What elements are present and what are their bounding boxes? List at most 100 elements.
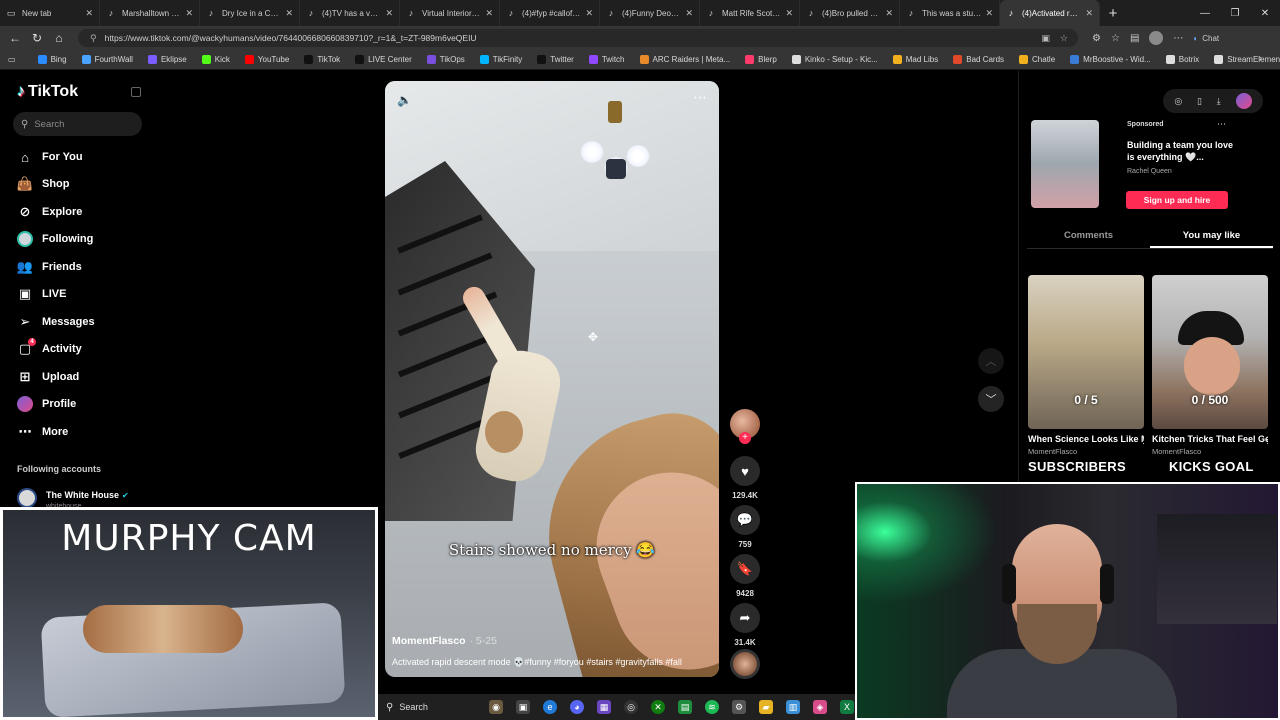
nav-item-for-you[interactable]: ⌂ For You (17, 149, 82, 165)
bookmark-item[interactable]: YouTube (244, 55, 289, 64)
bookmark-item[interactable]: Eklipse (147, 55, 187, 64)
ad-author[interactable]: Rachel Queen (1127, 168, 1172, 175)
browser-tab[interactable]: ♪Dry Ice in a Contain✕ (200, 0, 300, 26)
recommended-video[interactable]: 0 / 5 When Science Looks Like Magic ✨🔮..… (1028, 275, 1148, 456)
tab-close-icon[interactable]: ✕ (85, 8, 93, 19)
browser-tab[interactable]: ♪(4)Bro pulled a violi✕ (800, 0, 900, 26)
obs-icon[interactable]: ◎ (624, 700, 638, 714)
bookmark-item[interactable]: StreamElements (1214, 55, 1280, 64)
more-options-icon[interactable]: ⋯ (693, 89, 707, 106)
nav-item-messages[interactable]: ➢ Messages (17, 314, 95, 330)
bookmark-item[interactable]: Kinko - Setup - Kic... (791, 55, 878, 64)
settings-icon[interactable]: ⚙ (732, 700, 746, 714)
ad-more-icon[interactable]: ⋯ (1217, 119, 1226, 130)
nav-item-explore[interactable]: ⊘ Explore (17, 204, 83, 220)
browser-tab[interactable]: ▭ New tab ✕ (0, 0, 100, 26)
volume-muted-icon[interactable]: 🔈 (397, 93, 412, 107)
file-explorer-icon[interactable]: ▣ (516, 700, 530, 714)
nav-item-following[interactable]: Following (17, 231, 93, 247)
next-video-button[interactable]: ﹀ (978, 386, 1004, 412)
bookmark-item[interactable]: TikTok (304, 55, 340, 64)
browser-tab[interactable]: ♪ Matt Rife Scotland ✕ (700, 0, 800, 26)
collections-icon[interactable]: ▤ (1130, 33, 1139, 44)
download-icon[interactable]: ⤓ (1217, 96, 1221, 107)
tab-close-icon[interactable]: ✕ (985, 8, 993, 19)
music-disc[interactable] (730, 649, 760, 679)
new-tab-button[interactable]: + (1100, 0, 1126, 26)
bookmark-item[interactable]: Chatle (1019, 55, 1055, 64)
bookmark-item[interactable]: Bad Cards (953, 55, 1004, 64)
tab-close-icon[interactable]: ✕ (285, 8, 293, 19)
video-author[interactable]: MomentFlasco · 5-25 (392, 635, 497, 647)
bookmark-item[interactable]: TikFinity (479, 55, 522, 64)
bookmark-item[interactable]: Bing (37, 55, 67, 64)
like-button[interactable]: ♥ 129.4K (729, 456, 761, 500)
widgets-icon[interactable]: ◉ (489, 700, 503, 714)
nav-item-friends[interactable]: 👥 Friends (17, 259, 82, 275)
browser-tab[interactable]: ♪(4)TV has a very dis✕ (300, 0, 400, 26)
tab-close-icon[interactable]: ✕ (385, 8, 393, 19)
browser-tab-active[interactable]: ♪(4)Activated rapid d✕ (1000, 0, 1100, 26)
browser-tab[interactable]: ♪ (4)#fyp #callofduty ✕ (500, 0, 600, 26)
excel-icon[interactable]: X (840, 700, 854, 714)
bookmark-item[interactable]: TikOps (426, 55, 465, 64)
bookmarks-menu-icon[interactable]: ▭ (8, 55, 16, 64)
url-bar[interactable]: ⚲ https://www.tiktok.com/@wackyhumans/vi… (78, 29, 1078, 47)
edge-icon[interactable]: e (543, 700, 557, 714)
sidebar-collapse-icon[interactable] (131, 87, 141, 97)
nav-item-live[interactable]: ▣ LIVE (17, 286, 67, 302)
nav-item-more[interactable]: ⋯ More (17, 424, 69, 440)
bookmark-button[interactable]: 🔖 9428 (729, 554, 761, 598)
close-window-icon[interactable]: ✕ (1250, 0, 1280, 26)
previous-video-button[interactable]: ︿ (978, 348, 1004, 374)
home-icon[interactable]: ⌂ (48, 27, 70, 49)
bookmark-item[interactable]: Blerp (745, 55, 777, 64)
bookmark-item[interactable]: MrBoostive - Wid... (1070, 55, 1151, 64)
photos-icon[interactable]: ◈ (813, 700, 827, 714)
copilot-chat-button[interactable]: ◐ Chat (1193, 34, 1219, 43)
discord-icon[interactable]: ◕ (570, 700, 584, 714)
browser-tab[interactable]: ♪This was a stupid id✕ (900, 0, 1000, 26)
ad-thumbnail[interactable] (1031, 120, 1099, 208)
settings-more-icon[interactable]: ⋯ (1173, 33, 1183, 44)
recommended-video[interactable]: 0 / 500 Kitchen Tricks That Feel Genius … (1152, 275, 1272, 456)
tab-close-icon[interactable]: ✕ (1085, 8, 1093, 19)
browser-tab[interactable]: ♪Virtual Interior Desi✕ (400, 0, 500, 26)
favorites-icon[interactable]: ☆ (1111, 33, 1120, 44)
search-input[interactable]: ⚲ Search (13, 112, 142, 136)
profile-avatar[interactable] (1149, 31, 1164, 45)
spotify-icon[interactable]: ≋ (705, 700, 719, 714)
browser-tab[interactable]: ♪Marshalltown vs Kyl✕ (100, 0, 200, 26)
bookmark-item[interactable]: FourthWall (81, 55, 133, 64)
more-options-icon[interactable]: ⋮ (1139, 435, 1148, 446)
bookmark-item[interactable]: Kick (201, 55, 230, 64)
tiktok-logo[interactable]: ♪ TikTok (17, 83, 78, 101)
nav-item-upload[interactable]: ⊞ Upload (17, 369, 80, 385)
app-grid-icon[interactable]: ▦ (597, 700, 611, 714)
video-player[interactable]: 🔈 ⋯ Stairs showed no mercy 😂 MomentFlasc… (385, 81, 719, 677)
nav-item-shop[interactable]: 👜 Shop (17, 176, 70, 192)
tab-close-icon[interactable]: ✕ (585, 8, 593, 19)
tab-close-icon[interactable]: ✕ (885, 8, 893, 19)
tab-comments[interactable]: Comments (1027, 223, 1150, 248)
extensions-icon[interactable]: ⚙ (1092, 33, 1101, 44)
ad-title[interactable]: Building a team you love is everything 🤍… (1127, 139, 1237, 163)
user-avatar[interactable] (1235, 93, 1252, 109)
coins-icon[interactable]: ◎ (1174, 96, 1182, 107)
minimize-icon[interactable]: — (1190, 0, 1220, 26)
tab-close-icon[interactable]: ✕ (485, 8, 493, 19)
tab-close-icon[interactable]: ✕ (185, 8, 193, 19)
more-options-icon[interactable]: ⋮ (1263, 435, 1272, 446)
share-button[interactable]: ➦ 31.4K (729, 603, 761, 647)
favorite-star-icon[interactable]: ☆ (1060, 33, 1068, 44)
folder-icon[interactable]: ▰ (759, 700, 773, 714)
follow-plus-icon[interactable]: + (739, 432, 751, 444)
back-icon[interactable]: ← (4, 27, 26, 49)
bookmark-item[interactable]: Mad Libs (892, 55, 938, 64)
comment-button[interactable]: 💬 759 (729, 505, 761, 549)
bookmark-item[interactable]: Botrix (1165, 55, 1199, 64)
bookmark-item[interactable]: LIVE Center (355, 55, 412, 64)
tab-you-may-like[interactable]: You may like (1150, 223, 1273, 248)
reload-icon[interactable]: ↻ (26, 27, 48, 49)
bookmark-item[interactable]: ARC Raiders | Meta... (639, 55, 730, 64)
